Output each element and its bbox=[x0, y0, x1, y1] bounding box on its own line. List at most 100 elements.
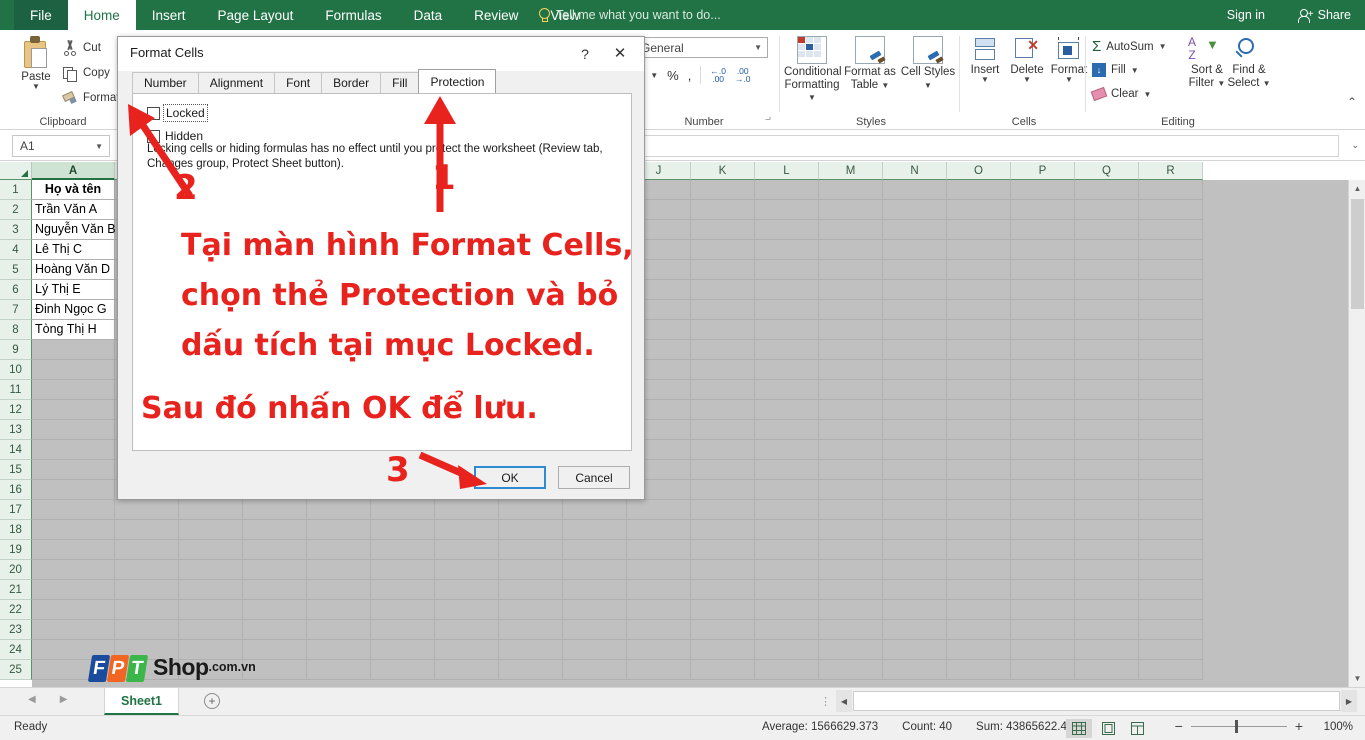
cell-R1[interactable] bbox=[1139, 180, 1203, 200]
cell-B19[interactable] bbox=[115, 540, 179, 560]
cell-R3[interactable] bbox=[1139, 220, 1203, 240]
column-header-q[interactable]: Q bbox=[1075, 162, 1139, 180]
row-header-24[interactable]: 24 bbox=[0, 640, 32, 660]
vertical-scroll-thumb[interactable] bbox=[1351, 199, 1364, 309]
cell-C19[interactable] bbox=[179, 540, 243, 560]
increase-decimal-button[interactable]: ←.0.00 bbox=[710, 67, 726, 83]
cell-L23[interactable] bbox=[755, 620, 819, 640]
paste-button[interactable]: Paste ▼ bbox=[14, 36, 58, 91]
cell-O10[interactable] bbox=[947, 360, 1011, 380]
column-header-n[interactable]: N bbox=[883, 162, 947, 180]
chevron-down-icon[interactable]: ▼ bbox=[1263, 79, 1271, 88]
cell-K12[interactable] bbox=[691, 400, 755, 420]
row-header-5[interactable]: 5 bbox=[0, 260, 32, 280]
cell-L3[interactable] bbox=[755, 220, 819, 240]
cell-P10[interactable] bbox=[1011, 360, 1075, 380]
chevron-down-icon[interactable]: ▼ bbox=[881, 81, 889, 90]
help-icon[interactable]: ? bbox=[574, 43, 596, 65]
cell-P3[interactable] bbox=[1011, 220, 1075, 240]
row-header-10[interactable]: 10 bbox=[0, 360, 32, 380]
cell-M6[interactable] bbox=[819, 280, 883, 300]
cell-L1[interactable] bbox=[755, 180, 819, 200]
cell-R6[interactable] bbox=[1139, 280, 1203, 300]
chevron-down-icon[interactable]: ▼ bbox=[95, 142, 103, 151]
cell-O13[interactable] bbox=[947, 420, 1011, 440]
cell-N12[interactable] bbox=[883, 400, 947, 420]
row-header-2[interactable]: 2 bbox=[0, 200, 32, 220]
cell-Q12[interactable] bbox=[1075, 400, 1139, 420]
cell-O18[interactable] bbox=[947, 520, 1011, 540]
cell-N24[interactable] bbox=[883, 640, 947, 660]
dialog-tab-number[interactable]: Number bbox=[132, 72, 199, 93]
locked-checkbox-row[interactable]: Locked bbox=[147, 106, 206, 120]
cell-J20[interactable] bbox=[627, 560, 691, 580]
cell-L22[interactable] bbox=[755, 600, 819, 620]
cell-F22[interactable] bbox=[371, 600, 435, 620]
cell-M17[interactable] bbox=[819, 500, 883, 520]
cell-O6[interactable] bbox=[947, 280, 1011, 300]
row-header-15[interactable]: 15 bbox=[0, 460, 32, 480]
cell-P5[interactable] bbox=[1011, 260, 1075, 280]
cell-K15[interactable] bbox=[691, 460, 755, 480]
cell-K13[interactable] bbox=[691, 420, 755, 440]
cell-N20[interactable] bbox=[883, 560, 947, 580]
cell-R10[interactable] bbox=[1139, 360, 1203, 380]
cell-P16[interactable] bbox=[1011, 480, 1075, 500]
cell-B23[interactable] bbox=[115, 620, 179, 640]
cell-P8[interactable] bbox=[1011, 320, 1075, 340]
cell-L20[interactable] bbox=[755, 560, 819, 580]
cell-R18[interactable] bbox=[1139, 520, 1203, 540]
cell-O1[interactable] bbox=[947, 180, 1011, 200]
cell-J19[interactable] bbox=[627, 540, 691, 560]
cell-N17[interactable] bbox=[883, 500, 947, 520]
cell-M13[interactable] bbox=[819, 420, 883, 440]
cell-Q7[interactable] bbox=[1075, 300, 1139, 320]
cell-K19[interactable] bbox=[691, 540, 755, 560]
cell-M20[interactable] bbox=[819, 560, 883, 580]
cancel-button[interactable]: Cancel bbox=[558, 466, 630, 489]
cell-K4[interactable] bbox=[691, 240, 755, 260]
cell-N10[interactable] bbox=[883, 360, 947, 380]
cell-K20[interactable] bbox=[691, 560, 755, 580]
chevron-down-icon[interactable]: ▼ bbox=[1048, 76, 1090, 84]
cell-Q16[interactable] bbox=[1075, 480, 1139, 500]
cell-J24[interactable] bbox=[627, 640, 691, 660]
column-header-m[interactable]: M bbox=[819, 162, 883, 180]
cell-C17[interactable] bbox=[179, 500, 243, 520]
cell-Q23[interactable] bbox=[1075, 620, 1139, 640]
cell-M3[interactable] bbox=[819, 220, 883, 240]
cell-Q24[interactable] bbox=[1075, 640, 1139, 660]
row-header-3[interactable]: 3 bbox=[0, 220, 32, 240]
cell-M4[interactable] bbox=[819, 240, 883, 260]
column-header-a[interactable]: A bbox=[32, 162, 115, 180]
cell-P4[interactable] bbox=[1011, 240, 1075, 260]
dialog-tab-fill[interactable]: Fill bbox=[380, 72, 419, 93]
row-header-14[interactable]: 14 bbox=[0, 440, 32, 460]
cell-P22[interactable] bbox=[1011, 600, 1075, 620]
row-header-16[interactable]: 16 bbox=[0, 480, 32, 500]
cell-G18[interactable] bbox=[435, 520, 499, 540]
cell-M18[interactable] bbox=[819, 520, 883, 540]
cell-M14[interactable] bbox=[819, 440, 883, 460]
cell-O21[interactable] bbox=[947, 580, 1011, 600]
chevron-down-icon[interactable]: ▼ bbox=[964, 76, 1006, 84]
cell-E20[interactable] bbox=[307, 560, 371, 580]
currency-chevron-down-icon[interactable]: ▼ bbox=[650, 71, 658, 80]
cell-M10[interactable] bbox=[819, 360, 883, 380]
cell-R5[interactable] bbox=[1139, 260, 1203, 280]
cell-N14[interactable] bbox=[883, 440, 947, 460]
cell-O12[interactable] bbox=[947, 400, 1011, 420]
row-header-20[interactable]: 20 bbox=[0, 560, 32, 580]
delete-cells-button[interactable]: ✕ Delete ▼ bbox=[1006, 36, 1048, 84]
cell-K18[interactable] bbox=[691, 520, 755, 540]
cell-M11[interactable] bbox=[819, 380, 883, 400]
cell-M8[interactable] bbox=[819, 320, 883, 340]
zoom-thumb[interactable] bbox=[1235, 720, 1238, 733]
row-header-11[interactable]: 11 bbox=[0, 380, 32, 400]
cell-M2[interactable] bbox=[819, 200, 883, 220]
cell-N15[interactable] bbox=[883, 460, 947, 480]
autosum-button[interactable]: Σ AutoSum ▼ bbox=[1092, 38, 1167, 55]
cell-L2[interactable] bbox=[755, 200, 819, 220]
row-header-18[interactable]: 18 bbox=[0, 520, 32, 540]
cell-O24[interactable] bbox=[947, 640, 1011, 660]
